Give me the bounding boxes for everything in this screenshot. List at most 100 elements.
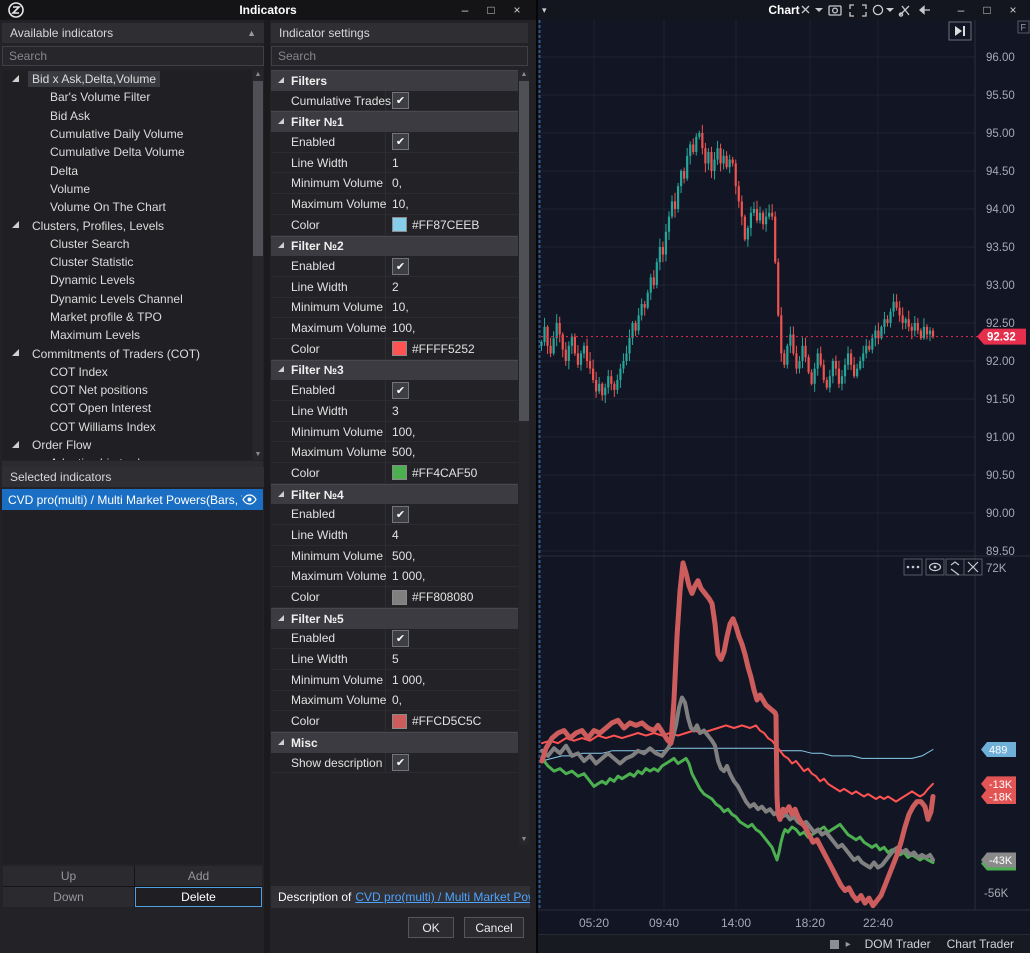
checkbox-checked[interactable]: ✔	[392, 133, 409, 150]
setting-value[interactable]: 3	[392, 404, 399, 418]
forward-icon[interactable]: ▸	[846, 939, 851, 950]
setting-value[interactable]: 1 000,	[392, 569, 425, 583]
setting-value-cell[interactable]: 10,	[386, 298, 518, 318]
tree-item[interactable]: COT Williams Index	[2, 418, 252, 436]
settings-scroll-thumb[interactable]	[519, 81, 529, 421]
setting-value-cell[interactable]: ✔	[386, 256, 518, 276]
setting-value-cell[interactable]: #FF808080	[386, 587, 518, 607]
setting-value-cell[interactable]: #FFCD5C5C	[386, 711, 518, 731]
available-search-input[interactable]	[2, 46, 264, 66]
setting-value-cell[interactable]: 4	[386, 525, 518, 545]
settings-group-header[interactable]: Misc	[271, 732, 518, 753]
setting-value[interactable]: 2	[392, 280, 399, 294]
setting-value[interactable]: 1	[392, 156, 399, 170]
settings-group-header[interactable]: Filter №2	[271, 236, 518, 257]
tree-item[interactable]: Volume On The Chart	[2, 198, 252, 216]
setting-value[interactable]: 100,	[392, 321, 415, 335]
chart-titlebar[interactable]: ▾ Chart	[538, 0, 1030, 20]
up-button[interactable]: Up	[3, 866, 134, 886]
tree-item[interactable]: COT Index	[2, 363, 252, 381]
setting-value-cell[interactable]: ✔	[386, 380, 518, 400]
tree-item[interactable]: Cumulative Daily Volume	[2, 125, 252, 143]
setting-value-cell[interactable]: 500,	[386, 442, 518, 462]
tree-group[interactable]: Order Flow	[2, 436, 252, 454]
setting-value-cell[interactable]: 500,	[386, 546, 518, 566]
description-link[interactable]: CVD pro(multi) / Multi Market Powers	[355, 890, 530, 904]
setting-value[interactable]: 0,	[392, 693, 402, 707]
setting-value-cell[interactable]: #FF87CEEB	[386, 215, 518, 235]
tree-item[interactable]: Adaptive big trades	[2, 454, 252, 460]
visibility-eye-icon[interactable]	[242, 494, 257, 505]
tree-item[interactable]: Volume	[2, 180, 252, 198]
tree-item[interactable]: Cluster Search	[2, 235, 252, 253]
setting-value-cell[interactable]: ✔	[386, 629, 518, 649]
maximize-icon[interactable]: □	[974, 0, 1000, 20]
setting-value[interactable]: 10,	[392, 300, 409, 314]
color-swatch[interactable]	[392, 714, 407, 729]
delete-button[interactable]: Delete	[135, 887, 262, 907]
tree-item[interactable]: Dynamic Levels	[2, 271, 252, 289]
checkbox-checked[interactable]: ✔	[392, 258, 409, 275]
setting-value-cell[interactable]: ✔	[386, 132, 518, 152]
tree-group[interactable]: Clusters, Profiles, Levels	[2, 216, 252, 234]
setting-value-cell[interactable]: 5	[386, 649, 518, 669]
checkbox-checked[interactable]: ✔	[392, 630, 409, 647]
tab-dom-trader[interactable]: DOM Trader	[865, 937, 931, 951]
tree-item[interactable]: Dynamic Levels Channel	[2, 290, 252, 308]
tree-item[interactable]: COT Net positions	[2, 381, 252, 399]
setting-value-cell[interactable]: 100,	[386, 422, 518, 442]
setting-value[interactable]: 500,	[392, 445, 415, 459]
settings-group-header[interactable]: Filter №5	[271, 608, 518, 629]
tree-item[interactable]: Delta	[2, 161, 252, 179]
tree-item[interactable]: Bid Ask	[2, 107, 252, 125]
setting-value-cell[interactable]: ✔	[386, 91, 518, 111]
setting-value-cell[interactable]: 1 000,	[386, 567, 518, 587]
setting-value-cell[interactable]: #FFFF5252	[386, 339, 518, 359]
tree-item[interactable]: Cumulative Delta Volume	[2, 143, 252, 161]
cancel-button[interactable]: Cancel	[464, 917, 524, 938]
available-indicators-header[interactable]: Available indicators ▲	[2, 23, 264, 43]
settings-group-header[interactable]: Filters	[271, 70, 518, 91]
ok-button[interactable]: OK	[408, 917, 454, 938]
setting-value-cell[interactable]: 3	[386, 401, 518, 421]
scroll-up-icon[interactable]: ▲	[519, 70, 529, 80]
scroll-up-icon[interactable]: ▲	[253, 70, 263, 80]
setting-value-cell[interactable]: 2	[386, 277, 518, 297]
color-swatch[interactable]	[392, 217, 407, 232]
tree-item[interactable]: Maximum Levels	[2, 326, 252, 344]
scroll-down-icon[interactable]: ▼	[253, 450, 263, 460]
square-icon[interactable]	[830, 940, 839, 949]
tree-item[interactable]: Market profile & TPO	[2, 308, 252, 326]
setting-value-cell[interactable]: ✔	[386, 504, 518, 524]
tree-scroll-thumb[interactable]	[253, 81, 263, 256]
color-swatch[interactable]	[392, 465, 407, 480]
tab-chart-trader[interactable]: Chart Trader	[947, 937, 1014, 951]
checkbox-checked[interactable]: ✔	[392, 506, 409, 523]
minimize-icon[interactable]: –	[948, 0, 974, 20]
tree-scrollbar[interactable]: ▲ ▼	[253, 70, 263, 460]
color-swatch[interactable]	[392, 341, 407, 356]
down-button[interactable]: Down	[3, 887, 134, 907]
price-chart[interactable]: 96.0095.5095.0094.5094.0093.5093.0092.50…	[538, 20, 1030, 935]
setting-value[interactable]: 500,	[392, 549, 415, 563]
settings-group-header[interactable]: Filter №4	[271, 484, 518, 505]
checkbox-checked[interactable]: ✔	[392, 754, 409, 771]
setting-value-cell[interactable]: ✔	[386, 753, 518, 773]
checkbox-checked[interactable]: ✔	[392, 92, 409, 109]
add-button[interactable]: Add	[135, 866, 262, 886]
tree-group[interactable]: Bid x Ask,Delta,Volume	[2, 70, 252, 88]
settings-search-input[interactable]	[271, 46, 528, 66]
settings-scrollbar[interactable]: ▲ ▼	[519, 70, 529, 845]
setting-value[interactable]: 0,	[392, 176, 402, 190]
setting-value[interactable]: 4	[392, 528, 399, 542]
setting-value[interactable]: 5	[392, 652, 399, 666]
setting-value-cell[interactable]: 100,	[386, 318, 518, 338]
tree-item[interactable]: Cluster Statistic	[2, 253, 252, 271]
close-icon[interactable]: ×	[1000, 0, 1026, 20]
tree-item[interactable]: COT Open Interest	[2, 399, 252, 417]
setting-value-cell[interactable]: 0,	[386, 173, 518, 193]
setting-value-cell[interactable]: 0,	[386, 691, 518, 711]
setting-value-cell[interactable]: 1 000,	[386, 670, 518, 690]
setting-value-cell[interactable]: 1	[386, 153, 518, 173]
checkbox-checked[interactable]: ✔	[392, 382, 409, 399]
